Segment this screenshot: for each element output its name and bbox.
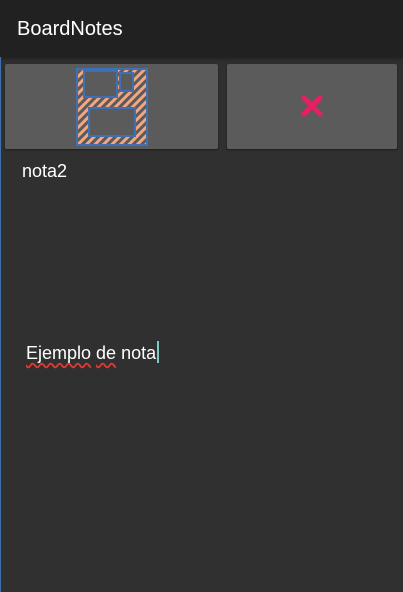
text-caret: [157, 341, 160, 363]
app-title: BoardNotes: [17, 18, 123, 40]
note-body-word: de: [96, 343, 117, 363]
window-edge: [0, 57, 1, 592]
floppy-disk-icon: [76, 68, 148, 146]
note-body-field[interactable]: Ejemplo de nota: [26, 341, 160, 365]
close-icon: [301, 95, 323, 117]
note-title[interactable]: nota2: [22, 160, 67, 182]
delete-button[interactable]: [227, 64, 397, 149]
note-body-word: Ejemplo: [26, 343, 92, 363]
save-button[interactable]: [5, 64, 218, 149]
note-body-word: nota: [121, 343, 157, 363]
app-bar: BoardNotes: [0, 0, 403, 57]
